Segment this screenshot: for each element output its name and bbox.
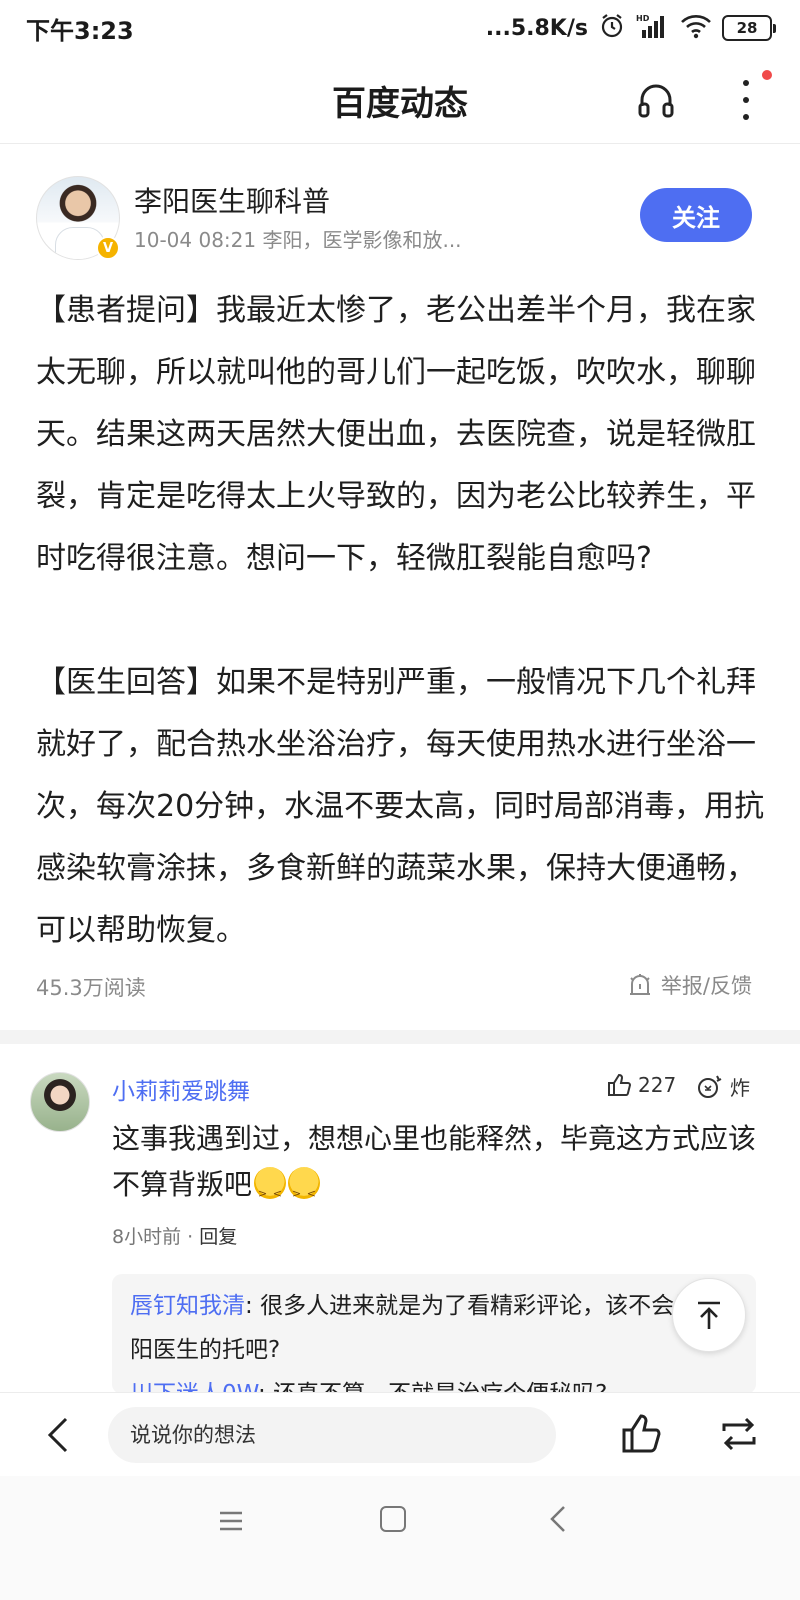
like-button[interactable]: [618, 1411, 664, 1457]
comment-time: 8小时前: [112, 1226, 182, 1248]
scroll-to-top-button[interactable]: [672, 1278, 746, 1352]
status-time: 下午3:23: [26, 16, 134, 45]
squint-emoji-icon: [288, 1167, 321, 1217]
squint-emoji-icon: [254, 1167, 287, 1217]
more-dot-icon: [743, 114, 749, 120]
verified-badge-icon: V: [96, 236, 120, 260]
recents-button[interactable]: [216, 1506, 246, 1536]
commenter-avatar[interactable]: [30, 1072, 90, 1132]
comment-text: 这事我遇到过，想想心里也能释然，毕竟这方式应该不算背叛吧: [112, 1122, 757, 1201]
author-meta: 10-04 08:21 李阳，医学影像和放...: [134, 228, 462, 252]
bottom-action-bar: [0, 1392, 800, 1476]
article-body: 【患者提问】我最近太惨了，老公出差半个月，我在家太无聊，所以就叫他的哥儿们一起吃…: [36, 280, 766, 962]
thumbs-up-icon: [622, 1414, 661, 1453]
network-speed: ...5.8K/s: [485, 15, 588, 41]
headphone-icon: [638, 84, 674, 118]
repost-button[interactable]: [716, 1411, 762, 1457]
chevron-left-icon: [550, 1506, 565, 1532]
repost-icon: [722, 1417, 756, 1451]
follow-button[interactable]: 关注: [640, 188, 752, 242]
status-icons: ...5.8K/s HD 28: [485, 12, 776, 44]
reply-button[interactable]: 回复: [199, 1226, 237, 1248]
article-question: 【患者提问】我最近太惨了，老公出差半个月，我在家太无聊，所以就叫他的哥儿们一起吃…: [36, 293, 756, 576]
comment-like-button[interactable]: 227: [606, 1072, 676, 1098]
reply-item: 唇钉知我清: 很多人进来就是为了看精彩评论，该不会是李阳医生的托吧?: [130, 1293, 721, 1363]
more-dot-icon: [743, 80, 749, 86]
more-menu-button[interactable]: [728, 76, 764, 124]
article-answer: 【医生回答】如果不是特别严重，一般情况下几个礼拜就好了，配合热水坐浴治疗，每天使…: [36, 665, 765, 948]
comment-reaction-label: 炸: [730, 1076, 750, 1100]
read-count: 45.3万阅读: [36, 976, 146, 1000]
chevron-left-icon: [47, 1417, 68, 1453]
notification-dot: [762, 70, 772, 80]
comment-like-count: 227: [638, 1073, 677, 1097]
reply-item: 川下迷人0W: 还真不算，不就是治疗个便秘吗?: [130, 1372, 738, 1394]
signal-icon: HD: [636, 12, 670, 44]
commenter-name[interactable]: 小莉莉爱跳舞: [112, 1072, 250, 1106]
hd-label: HD: [636, 14, 650, 23]
home-button[interactable]: [380, 1506, 406, 1532]
author-row: V 李阳医生聊科普 10-04 08:21 李阳，医学影像和放... 关注: [0, 172, 800, 260]
replies-box[interactable]: 唇钉知我清: 很多人进来就是为了看精彩评论，该不会是李阳医生的托吧? 川下迷人0…: [112, 1274, 756, 1394]
wifi-icon: [680, 13, 712, 43]
alarm-icon: [598, 12, 626, 44]
system-back-button[interactable]: [546, 1504, 570, 1534]
author-name[interactable]: 李阳医生聊科普: [134, 180, 330, 220]
report-icon: [629, 974, 650, 995]
back-button[interactable]: [40, 1413, 80, 1457]
section-divider: [0, 1030, 800, 1044]
status-bar: 下午3:23 ...5.8K/s HD 28: [0, 0, 800, 56]
report-feedback-link[interactable]: 举报/反馈: [627, 970, 752, 1000]
explode-reaction-icon: [698, 1075, 722, 1098]
arrow-up-icon: [698, 1301, 720, 1329]
comment-meta: 8小时前 · 回复: [112, 1222, 237, 1249]
reply-author[interactable]: 唇钉知我清: [130, 1293, 245, 1319]
comment-text-block: 这事我遇到过，想想心里也能释然，毕竟这方式应该不算背叛吧: [112, 1116, 762, 1217]
comment-input[interactable]: [108, 1407, 556, 1463]
page-title: 百度动态: [332, 84, 468, 124]
comment-reaction-button[interactable]: 炸: [696, 1072, 750, 1101]
app-header: 百度动态: [0, 56, 800, 144]
battery-indicator: 28: [722, 15, 776, 41]
thumbs-up-icon: [608, 1073, 632, 1096]
more-dot-icon: [743, 97, 749, 103]
report-label: 举报/反馈: [660, 974, 752, 998]
listen-button[interactable]: [634, 78, 678, 122]
system-nav-bar: [0, 1476, 800, 1600]
meta-separator: ·: [187, 1226, 194, 1248]
menu-icon: [220, 1511, 242, 1531]
